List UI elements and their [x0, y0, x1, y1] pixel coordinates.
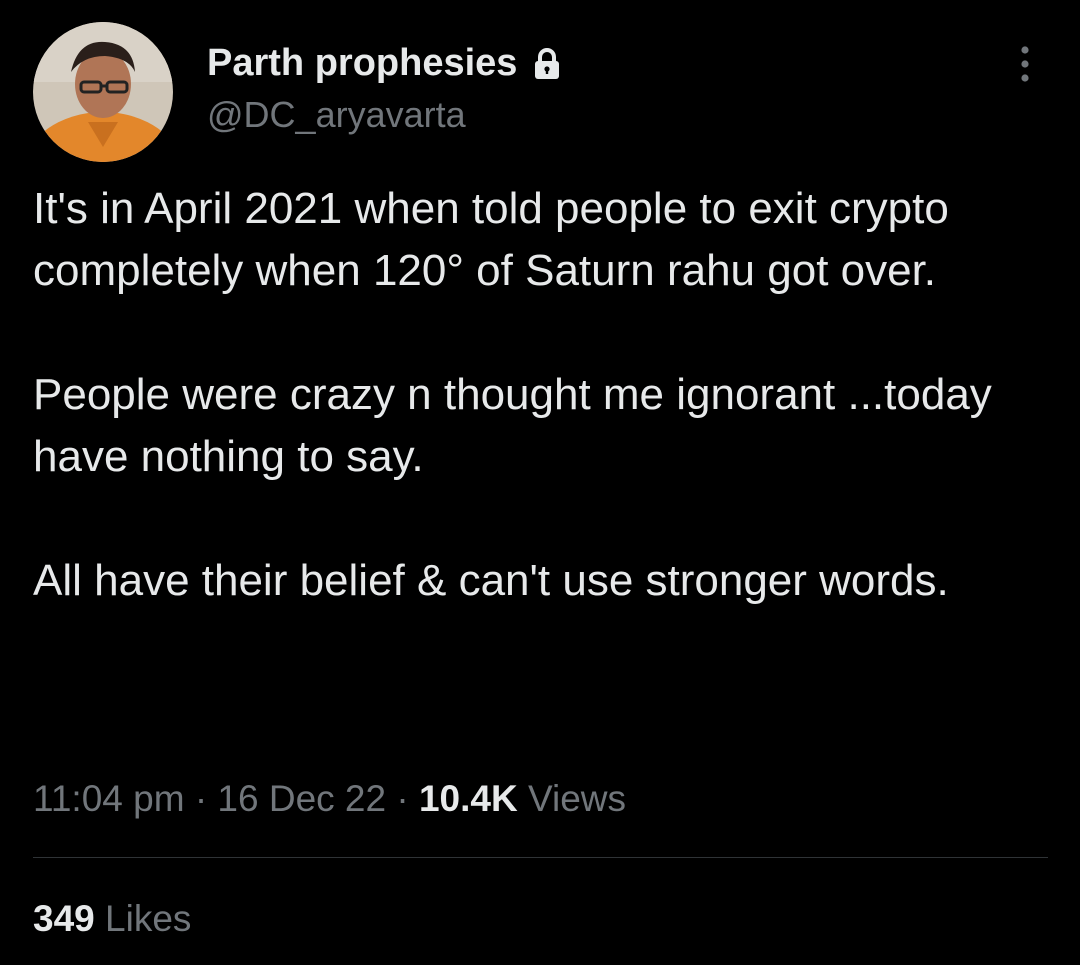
meta-separator: ·: [396, 778, 409, 819]
divider: [33, 857, 1048, 858]
display-name[interactable]: Parth prophesies: [207, 42, 561, 85]
lock-icon: [533, 47, 561, 81]
tweet-paragraph: All have their belief & can't use strong…: [33, 556, 949, 605]
tweet-paragraph: People were crazy n thought me ignorant …: [33, 370, 992, 481]
meta-separator: ·: [194, 778, 208, 819]
likes-label: Likes: [105, 898, 192, 939]
user-handle[interactable]: @DC_aryavarta: [207, 94, 466, 136]
more-options-icon[interactable]: [1010, 40, 1040, 88]
tweet-text: It's in April 2021 when told people to e…: [33, 178, 1053, 612]
likes-link[interactable]: 349 Likes: [33, 898, 191, 940]
views-count: 10.4K: [418, 778, 518, 819]
views-label: Views: [528, 778, 627, 819]
tweet-date[interactable]: 16 Dec 22: [217, 778, 386, 819]
display-name-text: Parth prophesies: [207, 42, 518, 84]
avatar[interactable]: [33, 22, 173, 162]
likes-count: 349: [33, 898, 95, 939]
tweet-paragraph: It's in April 2021 when told people to e…: [33, 184, 949, 295]
tweet-meta: 11:04 pm · 16 Dec 22 · 10.4K Views: [33, 778, 626, 820]
profile-photo: [33, 22, 173, 162]
tweet-time[interactable]: 11:04 pm: [33, 778, 185, 819]
